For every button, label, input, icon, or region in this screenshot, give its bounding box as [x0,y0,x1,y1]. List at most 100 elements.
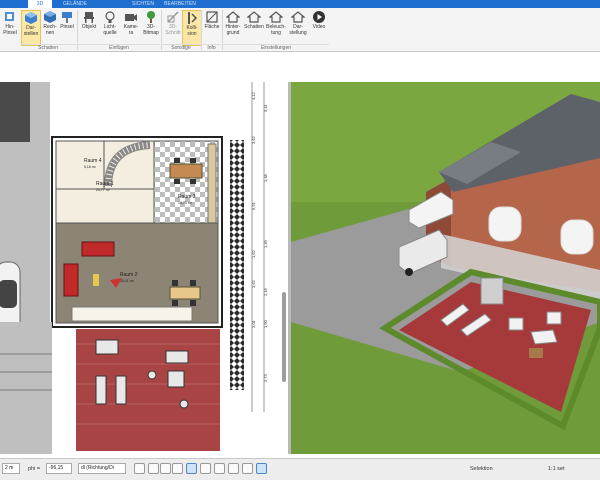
beleuchtung-button[interactable]: Beleuch- tung [266,10,286,46]
bitmap-button[interactable]: 3D- Bitmap [141,10,161,46]
hint-pinsel-button[interactable]: Hin- Pinsel [0,10,20,46]
tree-icon [147,11,155,23]
room-area-raum3: 14,70 m² [178,201,193,205]
beleuchtung-label: Beleuch- tung [266,24,286,36]
room-label-raum2: Raum 2 [120,272,138,278]
tab-sichten[interactable]: SICHTEN [128,0,158,8]
floor-plan-view[interactable]: 4,12 3,62 6,91 1,62 1,62 2,01 3,41 1,48 … [0,82,288,454]
kollision-button[interactable]: Kolli- sion [182,10,202,46]
length-field[interactable]: 2 m [2,463,20,474]
video-button[interactable]: Video [309,10,329,46]
hallway-windows [71,306,193,322]
room-label-raum1: Raum 1 [96,181,114,187]
group-label-einstellungen: Einstellungen [223,44,329,51]
ribbon-toolbar: Hin- Pinsel Dar- stellen Rech- nen Pinse… [0,8,600,52]
snap-toggle[interactable] [148,463,159,474]
snap-toggle[interactable] [186,463,197,474]
objekt-label: Objekt [81,24,97,30]
snap-toggle[interactable] [134,463,145,474]
tab-2d[interactable] [4,0,26,8]
direction-field[interactable]: dl (Richtung/Di [78,463,126,474]
area-icon [206,11,218,23]
side-table-3d [529,348,543,358]
cut-icon [167,11,179,23]
lichtquelle-button[interactable]: Licht- quelle [100,10,120,46]
dim-label: 1,49 [263,239,268,248]
room-label-raum3: Raum 3 [178,194,196,200]
floor-plan-canvas: 4,12 3,62 6,91 1,62 1,62 2,01 3,41 1,48 … [0,82,268,454]
kitchen-counter [207,143,217,231]
darstellen-label: Dar- stellen [23,25,39,37]
3d-canvas [291,82,600,454]
dim-label: 1,48 [263,173,268,182]
room-area-raum4: 5,16 m² [84,165,97,169]
vertical-scrollbar[interactable] [282,292,286,382]
bulb-icon [105,11,115,23]
dim-label: 1,62 [251,279,256,288]
phi-label: phi = [28,466,41,472]
lichtquelle-label: Licht- quelle [103,24,117,36]
group-label-info: Info [202,44,221,51]
room-area-raum1: 20,77 m² [96,188,111,192]
snap-toggle[interactable] [228,463,239,474]
collision-icon [188,12,198,24]
house-icon [226,11,240,23]
cube-icon [25,12,37,24]
selection-status: Selektion [470,466,493,472]
snap-toggle[interactable] [214,463,225,474]
path-area [0,322,52,454]
kamera-button[interactable]: Kame- ra [121,10,141,46]
phi-field[interactable]: -96,15 [46,463,72,474]
cube-icon [44,11,56,23]
kamera-label: Kame- ra [123,24,139,36]
kollision-label: Kolli- sion [186,25,198,37]
chair-icon [84,12,94,23]
darstellung-label: Dar- stellung [289,24,307,36]
3d-view[interactable] [291,82,600,454]
schnitt-button[interactable]: 3D- Schnitt [163,10,183,46]
house-icon [291,11,305,23]
dim-label: 3,41 [263,103,268,112]
video-label: Video [312,24,326,30]
tab-gelaende[interactable]: GELÄNDE [58,0,92,8]
dim-label: 4,12 [251,91,256,100]
status-bar: 2 m phi = -96,15 dl (Richtung/Di Selekti… [0,458,600,480]
garage-roof [0,82,30,142]
tab-3d[interactable]: 3D [28,0,52,8]
snap-toggle[interactable] [256,463,267,474]
schatten-button[interactable]: Schatten [244,10,264,46]
dim-label: 2,01 [251,319,256,328]
darstellung-button[interactable]: Dar- stellung [288,10,308,46]
house-icon [269,11,283,23]
flaeche-label: Fläche [204,24,220,30]
snap-toggle[interactable] [200,463,211,474]
pinsel-button[interactable]: Pinsel [57,10,77,46]
group-label-sonstige: Sonstige [162,44,200,51]
group-label-einfuegen: Einfügen [78,44,160,51]
dim-label: 6,91 [251,201,256,210]
snap-toggle[interactable] [160,463,171,474]
grill-3d [480,277,504,305]
hintergrund-label: Hinter- grund [225,24,241,36]
paint-icon [5,12,14,21]
flaeche-button[interactable]: Fläche [202,10,222,46]
dim-label: 1,90 [263,319,268,328]
hintergrund-button[interactable]: Hinter- grund [223,10,243,46]
scale-status: 1:1 set [548,466,565,472]
camera-icon [125,14,137,21]
room-area-raum2: 28,91 m² [120,279,135,283]
hedge [230,140,244,390]
group-label-schatten: Schatten [20,44,76,51]
darstellen-button[interactable]: Dar- stellen [21,10,41,46]
house-icon [247,11,261,23]
objekt-button[interactable]: Objekt [79,10,99,46]
schatten-label: Schatten [244,24,264,30]
coffee-table [93,274,99,286]
snap-toggle[interactable] [172,463,183,474]
room-raum1 [55,188,155,224]
tab-bearbeiten[interactable]: BEARBEITEN [160,0,200,8]
dim-label: 2,73 [263,373,268,382]
pinsel-label: Pinsel [60,24,74,30]
bitmap-label: 3D- Bitmap [143,24,159,36]
snap-toggle[interactable] [242,463,253,474]
